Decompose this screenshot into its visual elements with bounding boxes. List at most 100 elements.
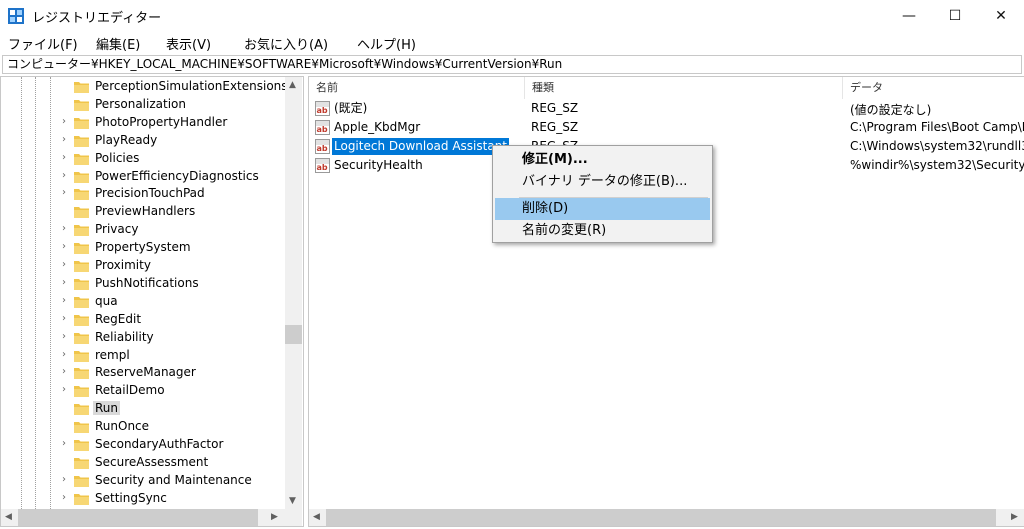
tree-vertical-scroll-thumb[interactable] (285, 325, 302, 344)
tree-item[interactable]: SecureAssessment (1, 454, 285, 472)
menu-favorites[interactable]: お気に入り(A) (244, 34, 328, 53)
tree-item[interactable]: PreviewHandlers (1, 203, 285, 221)
chevron-right-icon[interactable]: › (62, 187, 66, 198)
reg-sz-icon: ab (315, 158, 330, 173)
tree-vertical-scrollbar[interactable]: ▲ ▼ (285, 77, 302, 509)
chevron-right-icon[interactable]: › (62, 313, 66, 324)
svg-text:ab: ab (317, 163, 328, 172)
folder-icon (74, 171, 89, 183)
list-horizontal-scroll-thumb[interactable] (326, 509, 996, 526)
folder-icon (74, 332, 89, 344)
tree-item[interactable]: › PushNotifications (1, 275, 285, 293)
tree-item[interactable]: PerceptionSimulationExtensions (1, 78, 288, 96)
tree-item-label: RetailDemo (95, 383, 165, 398)
svg-text:ab: ab (317, 125, 328, 134)
column-header-name[interactable]: 名前 (309, 77, 525, 99)
tree-item[interactable]: › RegEdit (1, 311, 285, 329)
tree-item[interactable]: › Security and Maintenance (1, 472, 285, 490)
scroll-up-icon[interactable]: ▲ (289, 80, 296, 90)
tree-item-label: Privacy (95, 222, 139, 237)
reg-sz-icon: ab (315, 120, 330, 135)
chevron-right-icon[interactable]: › (62, 492, 66, 503)
tree-item-label: PropertySystem (95, 240, 191, 255)
context-modify-binary[interactable]: バイナリ データの修正(B)... (495, 171, 710, 193)
chevron-right-icon[interactable]: › (62, 474, 66, 485)
svg-text:ab: ab (317, 144, 328, 153)
list-item[interactable]: ab Apple_KbdMgr REG_SZ C:\Program Files\Boo… (309, 118, 1024, 137)
value-data: (値の設定なし) (850, 103, 932, 117)
tree-item[interactable]: › SettingSync (1, 490, 285, 508)
chevron-right-icon[interactable]: › (62, 152, 66, 163)
tree-item[interactable]: › Proximity (1, 257, 285, 275)
chevron-right-icon[interactable]: › (62, 384, 66, 395)
scroll-right-icon[interactable]: ▶ (271, 512, 278, 522)
menu-help[interactable]: ヘルプ(H) (357, 34, 416, 53)
chevron-right-icon[interactable]: › (62, 241, 66, 252)
tree-item-label: Personalization (95, 96, 186, 111)
chevron-right-icon[interactable]: › (62, 295, 66, 306)
registry-editor-icon (8, 8, 24, 24)
tree-item-label: RunOnce (95, 419, 150, 434)
context-modify[interactable]: 修正(M)... (495, 149, 710, 171)
list-item[interactable]: ab (既定) REG_SZ (値の設定なし) (309, 99, 1024, 118)
tree-horizontal-scroll-thumb[interactable] (18, 509, 258, 526)
tree-item-label: PlayReady (95, 132, 158, 147)
tree-item[interactable]: › PropertySystem (1, 239, 285, 257)
tree-item-label: SettingSync (95, 490, 167, 505)
context-rename[interactable]: 名前の変更(R) (495, 220, 710, 242)
chevron-right-icon[interactable]: › (62, 116, 66, 127)
minimize-button[interactable]: — (886, 0, 932, 32)
column-header-data[interactable]: データ (843, 77, 1024, 99)
chevron-right-icon[interactable]: › (62, 438, 66, 449)
tree-item[interactable]: › ReserveManager (1, 364, 285, 382)
tree-item[interactable]: › RetailDemo (1, 382, 285, 400)
tree-item-label: PhotoPropertyHandler (95, 114, 228, 129)
chevron-right-icon[interactable]: › (62, 170, 66, 181)
value-type: REG_SZ (531, 120, 579, 134)
scroll-left-icon[interactable]: ◀ (5, 512, 12, 522)
chevron-right-icon[interactable]: › (62, 134, 66, 145)
tree-item-label: PushNotifications (95, 275, 199, 290)
folder-icon (74, 493, 89, 505)
tree-item[interactable]: › Privacy (1, 221, 285, 239)
tree-item[interactable]: Personalization (1, 96, 285, 114)
folder-icon (74, 475, 89, 487)
chevron-right-icon[interactable]: › (62, 366, 66, 377)
tree-item-label: PerceptionSimulationExtensions (95, 79, 288, 93)
tree-item[interactable]: › rempl (1, 347, 285, 365)
close-button[interactable]: ✕ (978, 0, 1024, 32)
tree-item[interactable]: › PowerEfficiencyDiagnostics (1, 168, 285, 186)
tree-item[interactable]: › Policies (1, 150, 285, 168)
reg-sz-icon: ab (315, 101, 330, 116)
tree-item[interactable]: › qua (1, 293, 285, 311)
tree-item-label: qua (95, 293, 118, 308)
value-data: C:\Windows\system32\rundll32 (850, 139, 1024, 153)
chevron-right-icon[interactable]: › (62, 331, 66, 342)
maximize-button[interactable]: ☐ (932, 0, 978, 32)
menu-edit[interactable]: 編集(E) (96, 34, 140, 53)
chevron-right-icon[interactable]: › (62, 259, 66, 270)
scrollbar-corner (285, 509, 302, 526)
tree-item[interactable]: Run (1, 400, 285, 418)
scroll-left-icon[interactable]: ◀ (313, 512, 320, 522)
list-horizontal-scrollbar[interactable]: ◀ ▶ (309, 509, 1024, 526)
scroll-down-icon[interactable]: ▼ (289, 496, 296, 506)
tree-item[interactable]: › PhotoPropertyHandler (1, 114, 285, 132)
chevron-right-icon[interactable]: › (62, 277, 66, 288)
tree-item[interactable]: › PrecisionTouchPad (1, 185, 285, 203)
address-bar[interactable]: コンピューター¥HKEY_LOCAL_MACHINE¥SOFTWARE¥Micr… (2, 55, 1022, 74)
menu-view[interactable]: 表示(V) (166, 34, 211, 53)
tree-item[interactable]: › PlayReady (1, 132, 285, 150)
value-name: SecurityHealth (334, 158, 423, 172)
tree-item[interactable]: › SecondaryAuthFactor (1, 436, 285, 454)
tree-item[interactable]: RunOnce (1, 418, 285, 436)
tree-item[interactable]: › Reliability (1, 329, 285, 347)
column-header-type[interactable]: 種類 (525, 77, 843, 99)
scroll-right-icon[interactable]: ▶ (1011, 512, 1018, 522)
chevron-right-icon[interactable]: › (62, 223, 66, 234)
tree-item-label: rempl (95, 347, 130, 362)
tree-horizontal-scrollbar[interactable]: ◀ ▶ (1, 509, 285, 526)
chevron-right-icon[interactable]: › (62, 349, 66, 360)
menu-file[interactable]: ファイル(F) (8, 34, 78, 53)
context-delete[interactable]: 削除(D) (495, 198, 710, 220)
